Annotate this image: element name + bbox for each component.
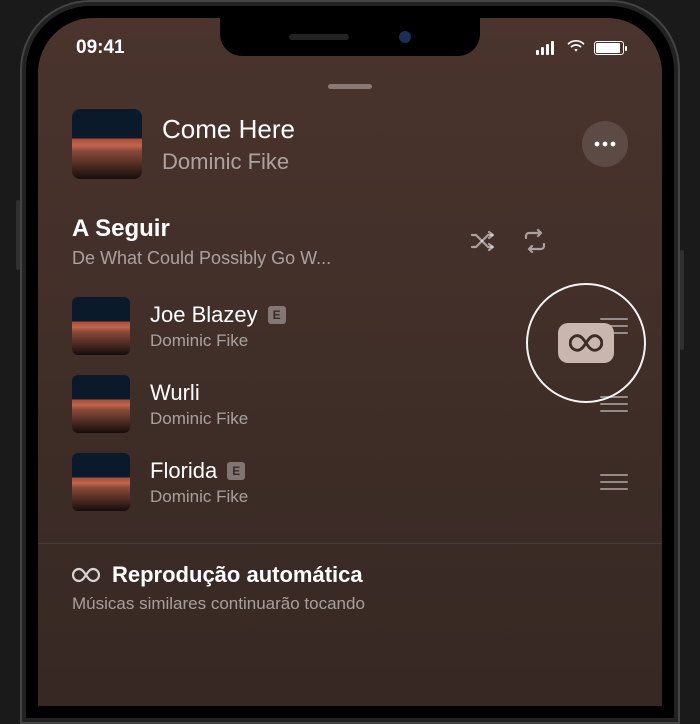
up-next-subtitle: De What Could Possibly Go W... bbox=[72, 248, 454, 269]
track-title: Wurli bbox=[150, 380, 200, 406]
battery-icon bbox=[594, 41, 624, 55]
album-art bbox=[72, 297, 130, 355]
repeat-button[interactable] bbox=[520, 228, 550, 254]
device-frame: 09:41 Come Here D bbox=[20, 0, 680, 724]
queue-row[interactable]: Wurli Dominic Fike bbox=[72, 365, 628, 443]
volume-button bbox=[16, 200, 20, 270]
reorder-handle[interactable] bbox=[600, 474, 628, 490]
album-art bbox=[72, 375, 130, 433]
autoplay-subtitle: Músicas similares continuarão tocando bbox=[72, 594, 628, 614]
sheet-grabber[interactable] bbox=[328, 84, 372, 89]
infinity-icon bbox=[72, 565, 100, 585]
album-art bbox=[72, 453, 130, 511]
more-button[interactable] bbox=[582, 121, 628, 167]
album-art bbox=[72, 109, 142, 179]
now-playing-artist: Dominic Fike bbox=[162, 149, 562, 175]
status-time: 09:41 bbox=[76, 37, 125, 59]
queue-row[interactable]: Joe Blazey E Dominic Fike bbox=[72, 287, 628, 365]
track-artist: Dominic Fike bbox=[150, 331, 580, 351]
front-camera bbox=[399, 31, 411, 43]
now-playing-row[interactable]: Come Here Dominic Fike bbox=[38, 109, 662, 207]
ellipsis-icon bbox=[594, 141, 616, 147]
shuffle-icon bbox=[469, 229, 497, 253]
cellular-icon bbox=[536, 41, 558, 55]
autoplay-toggle[interactable] bbox=[558, 323, 614, 363]
up-next-header: A Seguir De What Could Possibly Go W... bbox=[38, 207, 662, 287]
explicit-badge: E bbox=[227, 462, 245, 480]
up-next-title: A Seguir bbox=[72, 215, 454, 243]
autoplay-title: Reprodução automática bbox=[112, 562, 363, 588]
queue-row[interactable]: Florida E Dominic Fike bbox=[72, 443, 628, 521]
speaker-grille bbox=[289, 34, 349, 40]
track-artist: Dominic Fike bbox=[150, 487, 580, 507]
track-title: Joe Blazey bbox=[150, 302, 258, 328]
shuffle-button[interactable] bbox=[468, 228, 498, 254]
explicit-badge: E bbox=[268, 306, 286, 324]
infinity-icon bbox=[569, 333, 603, 353]
repeat-icon bbox=[521, 229, 549, 253]
track-artist: Dominic Fike bbox=[150, 409, 580, 429]
autoplay-section: Reprodução automática Músicas similares … bbox=[38, 543, 662, 614]
wifi-icon bbox=[566, 37, 586, 59]
notch bbox=[220, 18, 480, 56]
track-title: Florida bbox=[150, 458, 217, 484]
screen: 09:41 Come Here D bbox=[38, 18, 662, 706]
reorder-handle[interactable] bbox=[600, 396, 628, 412]
now-playing-title: Come Here bbox=[162, 114, 562, 145]
power-button bbox=[680, 250, 684, 350]
